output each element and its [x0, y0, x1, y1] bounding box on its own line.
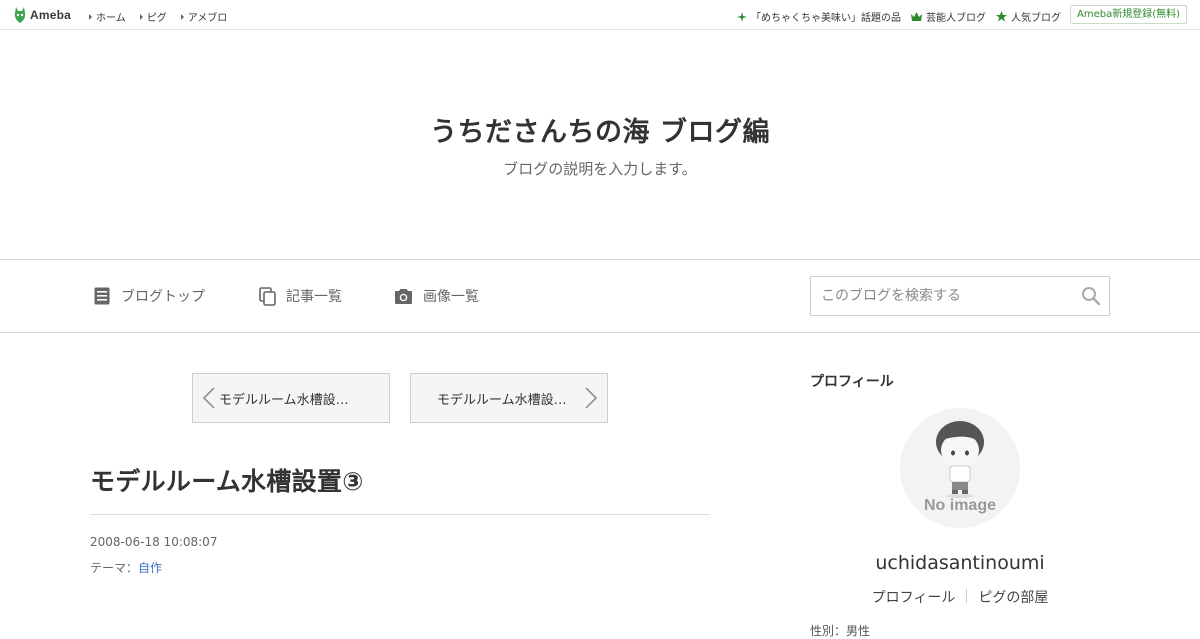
- sparkle-icon: [737, 11, 747, 22]
- pigg-room-link[interactable]: ピグの部屋: [978, 587, 1048, 607]
- blog-search: [810, 276, 1110, 316]
- global-nav-label: ピグ: [146, 13, 167, 24]
- crown-icon: [911, 12, 922, 21]
- document-icon: [94, 287, 110, 304]
- popular-blog-label: 人気ブログ: [1011, 13, 1061, 24]
- divider: [966, 589, 968, 603]
- profile-heading: プロフィール: [810, 374, 894, 390]
- celebrity-blog-link[interactable]: 芸能人ブログ: [911, 9, 986, 24]
- blog-description: ブログの説明を入力します。: [503, 160, 697, 178]
- entry-date: 2008-06-18 10:08:07: [90, 535, 218, 549]
- global-nav-ameblo[interactable]: アメブロ: [180, 9, 228, 24]
- global-nav-home[interactable]: ホーム: [89, 9, 126, 24]
- profile-detail: 性別：男性: [810, 624, 871, 638]
- chevron-left-icon: [202, 387, 215, 409]
- next-entry-label: モデルルーム水槽設…: [437, 392, 567, 408]
- entry-theme-link[interactable]: 自作: [138, 561, 162, 575]
- profile-links: プロフィール ピグの部屋: [810, 587, 1110, 607]
- profile-name[interactable]: uchidasantinoumi: [810, 552, 1110, 574]
- trending-link-label: 「めちゃくちゃ美味い」話題の品: [751, 13, 901, 24]
- chevron-right-icon: [585, 387, 598, 409]
- entry-theme-label: テーマ：: [90, 561, 139, 575]
- arrow-right-icon: [180, 13, 184, 20]
- blog-top-label: ブログトップ: [121, 289, 205, 305]
- logo-text: Ameba: [30, 8, 72, 22]
- global-nav-label: アメブロ: [187, 13, 228, 24]
- search-icon[interactable]: [1081, 286, 1101, 306]
- global-nav-label: ホーム: [96, 13, 126, 24]
- blog-header: うちださんちの海 ブログ編 ブログの説明を入力します。: [0, 30, 1200, 260]
- arrow-right-icon: [89, 13, 92, 20]
- arrow-right-icon: [139, 13, 143, 20]
- image-list-label: 画像一覧: [423, 289, 479, 305]
- image-list-link[interactable]: 画像一覧: [394, 286, 479, 306]
- header-links: 「めちゃくちゃ美味い」話題の品 芸能人ブログ 人気ブログ: [727, 9, 1061, 24]
- star-icon: [996, 11, 1007, 22]
- ameba-logo[interactable]: Ameba: [13, 6, 71, 24]
- next-entry-button[interactable]: モデルルーム水槽設…: [410, 373, 608, 423]
- ameba-logo-icon: [14, 7, 26, 23]
- divider: [90, 514, 710, 515]
- copy-icon: [259, 286, 276, 306]
- blog-top-link[interactable]: ブログトップ: [94, 286, 205, 306]
- camera-icon: [395, 288, 412, 304]
- blog-search-input[interactable]: [811, 277, 1071, 315]
- profile-link[interactable]: プロフィール: [872, 587, 956, 607]
- popular-blog-link[interactable]: 人気ブログ: [996, 9, 1061, 24]
- celebrity-blog-label: 芸能人ブログ: [926, 13, 986, 24]
- blog-nav: ブログトップ 記事一覧 画像一覧: [0, 260, 1200, 333]
- no-image-text: No image: [923, 497, 996, 514]
- blog-title[interactable]: うちださんちの海 ブログ編: [0, 110, 1200, 149]
- entry-theme: テーマ：自作: [90, 559, 162, 576]
- entry-title[interactable]: モデルルーム水槽設置③: [90, 462, 364, 498]
- entry-list-label: 記事一覧: [286, 289, 342, 305]
- global-nav-pigg[interactable]: ピグ: [139, 9, 167, 24]
- global-header: Ameba ホーム ピグ アメブロ 「めちゃくちゃ美味い」話題の品 芸能人ブログ…: [0, 0, 1200, 30]
- global-nav: ホーム ピグ アメブロ: [89, 9, 241, 24]
- avatar[interactable]: No image: [900, 408, 1020, 528]
- entry-list-link[interactable]: 記事一覧: [259, 286, 342, 306]
- signup-button[interactable]: Ameba新規登録(無料): [1069, 5, 1187, 24]
- prev-entry-button[interactable]: モデルルーム水槽設…: [192, 373, 390, 423]
- prev-entry-label: モデルルーム水槽設…: [219, 392, 349, 408]
- trending-link[interactable]: 「めちゃくちゃ美味い」話題の品: [737, 9, 901, 24]
